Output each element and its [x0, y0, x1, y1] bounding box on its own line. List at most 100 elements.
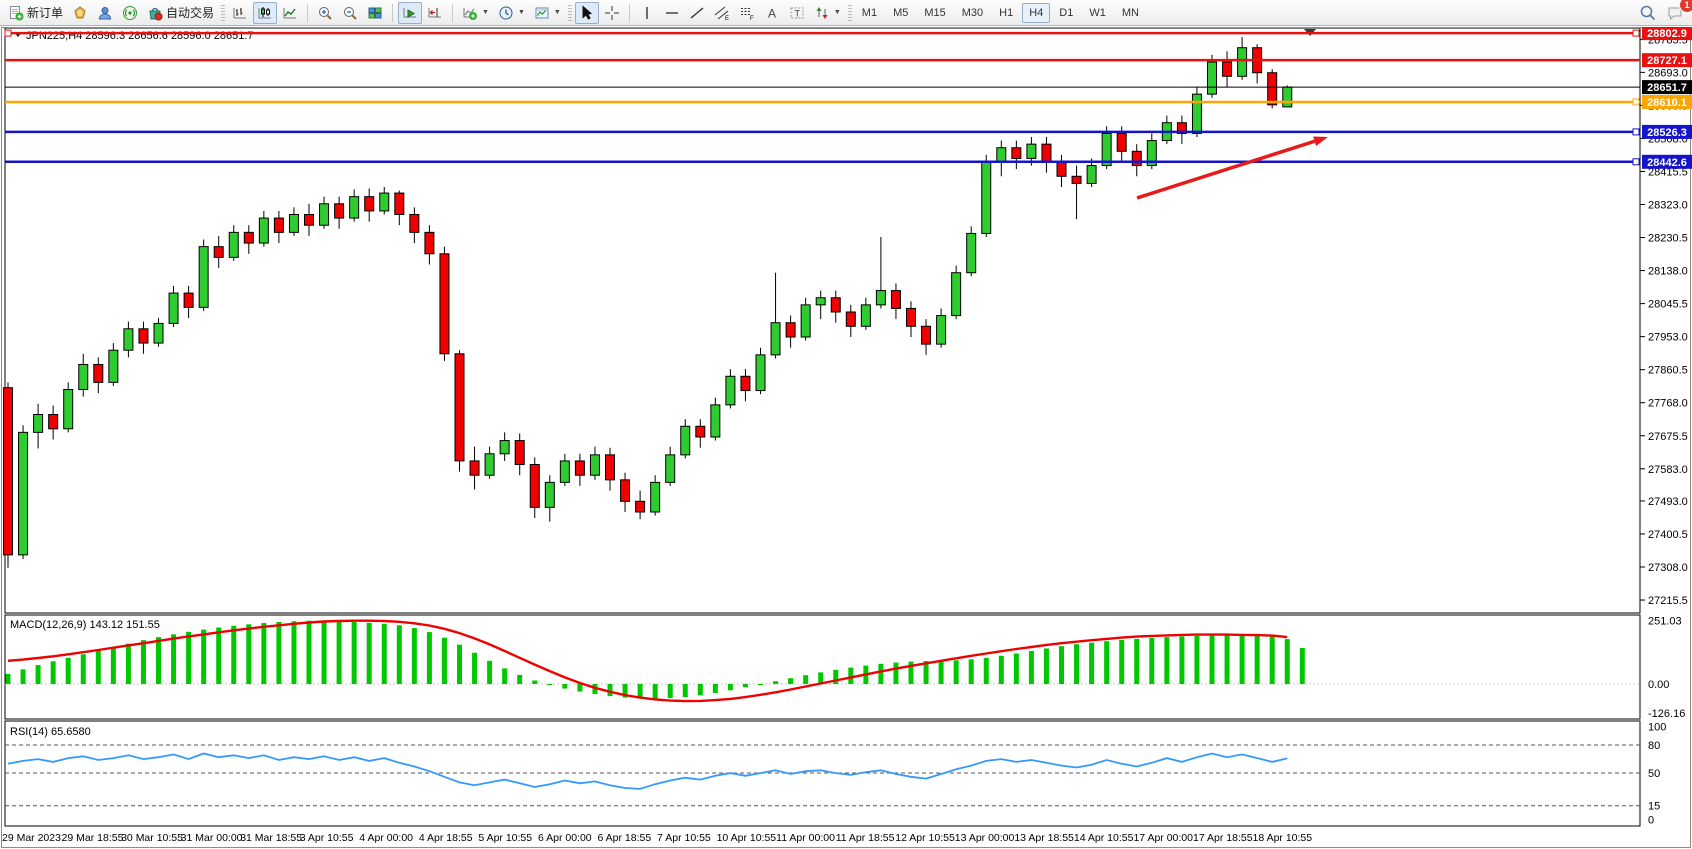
line-handle[interactable] — [1633, 129, 1639, 135]
timeframe-w1[interactable]: W1 — [1082, 3, 1113, 23]
chart-shift-button[interactable] — [423, 2, 447, 24]
macd-histogram-bar — [668, 684, 673, 698]
equidistant-channel-button[interactable]: E — [710, 2, 734, 24]
candle-body — [606, 455, 615, 480]
vertical-line-button[interactable] — [635, 2, 659, 24]
macd-histogram-bar — [231, 626, 236, 684]
indicators-button[interactable]: ▼ — [458, 2, 493, 24]
notification-badge[interactable]: 1 — [1679, 0, 1692, 13]
macd-histogram-bar — [1255, 635, 1260, 684]
autotrade-button[interactable]: 自动交易 — [143, 2, 218, 24]
timeframe-mn[interactable]: MN — [1115, 3, 1146, 23]
candle-body — [1238, 48, 1247, 77]
community-button[interactable] — [93, 2, 117, 24]
text-label-button[interactable]: T — [785, 2, 809, 24]
trendline-button[interactable] — [685, 2, 709, 24]
timeframe-h4[interactable]: H4 — [1022, 3, 1050, 23]
line-handle[interactable] — [5, 30, 11, 36]
tile-windows-icon — [367, 5, 383, 21]
cursor-icon — [579, 5, 595, 21]
arrows-button[interactable]: ▼ — [810, 2, 845, 24]
candle-body — [636, 501, 645, 512]
bar-chart-icon — [232, 5, 248, 21]
periods-icon — [498, 5, 514, 21]
main-price-panel[interactable] — [5, 28, 1640, 613]
search-button[interactable] — [1635, 2, 1661, 24]
candle-body — [470, 461, 479, 475]
zoom-in-button[interactable] — [313, 2, 337, 24]
bar-chart-button[interactable] — [228, 2, 252, 24]
svg-text:F: F — [750, 16, 754, 21]
timeframe-m15[interactable]: M15 — [917, 3, 952, 23]
line-handle[interactable] — [1633, 30, 1639, 36]
macd-histogram-bar — [457, 645, 462, 684]
macd-histogram-bar — [186, 632, 191, 684]
trading-terminal: 新订单 自动交易 — [0, 0, 1692, 849]
line-handle[interactable] — [1633, 159, 1639, 165]
macd-histogram-bar — [6, 674, 11, 684]
timeframe-m30[interactable]: M30 — [955, 3, 990, 23]
candle-body — [410, 215, 419, 233]
quotes-button[interactable] — [68, 2, 92, 24]
cursor-button[interactable] — [575, 2, 599, 24]
macd-histogram-bar — [969, 659, 974, 684]
macd-histogram-bar — [893, 663, 898, 684]
macd-histogram-bar — [1119, 640, 1124, 684]
rsi-axis-label: 0 — [1648, 815, 1654, 827]
macd-histogram-bar — [81, 654, 86, 684]
auto-scroll-button[interactable] — [398, 2, 422, 24]
timeframe-d1[interactable]: D1 — [1052, 3, 1080, 23]
macd-histogram-bar — [758, 684, 763, 685]
candle-body — [274, 218, 283, 232]
candle-body — [891, 291, 900, 309]
macd-histogram-bar — [322, 621, 327, 684]
price-tick-label: 27583.0 — [1648, 464, 1688, 476]
macd-histogram-bar — [773, 681, 778, 684]
macd-histogram-bar — [1029, 651, 1034, 684]
macd-histogram-bar — [984, 658, 989, 684]
macd-histogram-bar — [1179, 636, 1184, 684]
autotrade-icon — [147, 5, 163, 21]
macd-histogram-bar — [1300, 648, 1305, 684]
chart-canvas[interactable]: JPN225,H4 28596.3 28656.6 28596.0 28651.… — [0, 27, 1692, 849]
candlestick-button[interactable] — [253, 2, 277, 24]
templates-button[interactable]: ▼ — [530, 2, 565, 24]
zoom-out-button[interactable] — [338, 2, 362, 24]
tile-windows-button[interactable] — [363, 2, 387, 24]
candle-body — [124, 329, 133, 350]
timeframe-h1[interactable]: H1 — [992, 3, 1020, 23]
periods-button[interactable]: ▼ — [494, 2, 529, 24]
trendline-icon — [689, 5, 705, 21]
macd-histogram-bar — [367, 623, 372, 684]
macd-histogram-bar — [397, 625, 402, 684]
macd-histogram-bar — [954, 660, 959, 684]
price-badge-label: 28442.6 — [1647, 157, 1687, 169]
signals-button[interactable] — [118, 2, 142, 24]
time-label: 31 Mar 00:00 — [181, 832, 243, 844]
svg-text:A: A — [768, 6, 776, 20]
new-order-button[interactable]: 新订单 — [4, 2, 67, 24]
macd-histogram-bar — [171, 634, 176, 684]
candle-body — [214, 247, 223, 258]
horizontal-line-button[interactable] — [660, 2, 684, 24]
macd-histogram-bar — [156, 637, 161, 684]
macd-label: MACD(12,26,9) 143.12 151.55 — [10, 619, 160, 631]
line-chart-button[interactable] — [278, 2, 302, 24]
line-handle[interactable] — [1633, 99, 1639, 105]
macd-histogram-bar — [352, 622, 357, 684]
macd-histogram-bar — [939, 661, 944, 684]
timeframe-m1[interactable]: M1 — [855, 3, 884, 23]
text-button[interactable]: A — [760, 2, 784, 24]
candle-body — [846, 312, 855, 326]
candle-body — [94, 365, 103, 383]
price-tick-label: 28230.5 — [1648, 233, 1688, 245]
crosshair-button[interactable] — [600, 2, 624, 24]
price-tick-label: 27493.0 — [1648, 496, 1688, 508]
macd-histogram-bar — [36, 665, 41, 684]
candle-body — [380, 193, 389, 211]
fibonacci-button[interactable]: F — [735, 2, 759, 24]
line-chart-icon — [282, 5, 298, 21]
macd-histogram-bar — [1134, 639, 1139, 684]
macd-histogram-bar — [1194, 636, 1199, 684]
timeframe-m5[interactable]: M5 — [886, 3, 915, 23]
